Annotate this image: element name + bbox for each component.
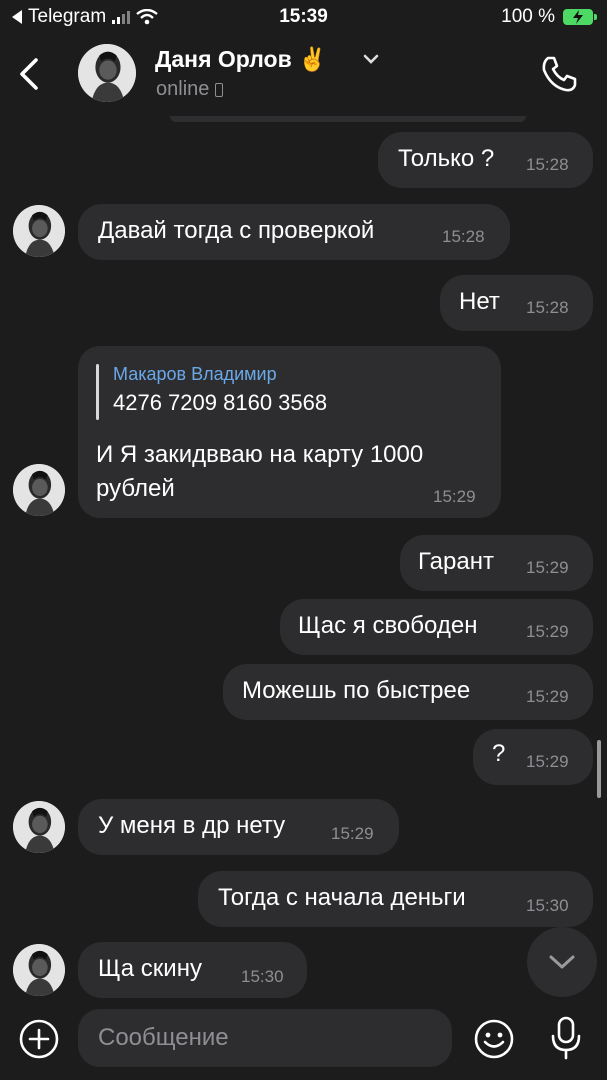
message-text: У меня в др нету	[98, 812, 286, 839]
status-bar: Telegram 15:39 100 %	[0, 0, 607, 34]
reply-quoted-text[interactable]: 4276 7209 8160 3568	[113, 390, 327, 416]
sender-avatar[interactable]	[13, 464, 65, 516]
message-bubble-out[interactable]: Только ? 15:28	[378, 132, 593, 188]
reply-quote-bar	[96, 364, 99, 420]
emoji-icon[interactable]	[472, 1017, 516, 1061]
message-bubble-in[interactable]: Давай тогда с проверкой 15:28	[78, 204, 510, 260]
message-time: 15:29	[526, 558, 569, 577]
scroll-to-bottom-button[interactable]	[527, 927, 597, 997]
previous-message-edge	[170, 116, 526, 122]
sender-avatar[interactable]	[13, 205, 65, 257]
message-time: 15:30	[526, 896, 569, 915]
sender-avatar[interactable]	[13, 944, 65, 996]
back-arrow-icon[interactable]	[14, 54, 50, 94]
message-text: Давай тогда с проверкой	[98, 217, 375, 244]
scrollbar[interactable]	[597, 740, 601, 798]
battery-percent: 100 %	[501, 6, 555, 27]
message-time: 15:29	[526, 687, 569, 706]
chat-header: Даня Орлов ✌️ online	[0, 34, 607, 116]
message-time: 15:30	[241, 967, 284, 986]
reply-sender-name[interactable]: Макаров Владимир	[113, 364, 277, 385]
message-text: Только ?	[398, 145, 495, 172]
message-bubble-out[interactable]: Щас я свободен 15:29	[280, 599, 593, 655]
message-text: ?	[492, 740, 506, 767]
mobile-device-icon	[215, 82, 224, 97]
charging-bolt-icon	[573, 10, 583, 24]
chevron-down-icon	[549, 955, 575, 969]
message-list[interactable]: Только ? 15:28 Давай тогда с проверкой 1…	[0, 116, 607, 1000]
message-time: 15:29	[433, 487, 476, 506]
message-bubble-out[interactable]: ? 15:29	[473, 729, 593, 785]
message-time: 15:28	[526, 298, 569, 317]
message-bubble-in-reply[interactable]: Макаров Владимир 4276 7209 8160 3568 И Я…	[78, 346, 501, 518]
message-bubble-out[interactable]: Тогда с начала деньги 15:30	[198, 871, 593, 927]
contact-name[interactable]: Даня Орлов ✌️	[155, 46, 327, 73]
message-bubble-out[interactable]: Гарант 15:29	[400, 535, 593, 591]
message-text: Щас я свободен	[298, 612, 478, 639]
contact-avatar[interactable]	[78, 44, 136, 102]
battery-icon	[563, 9, 597, 25]
contact-status: online	[156, 78, 224, 101]
attach-plus-icon[interactable]	[18, 1018, 60, 1060]
message-bubble-out[interactable]: Можешь по быстрее 15:29	[223, 664, 593, 720]
microphone-icon[interactable]	[546, 1014, 586, 1062]
phone-call-icon[interactable]	[539, 54, 579, 94]
online-status-text: online	[156, 78, 210, 100]
message-text: Тогда с начала деньги	[218, 884, 466, 911]
message-composer	[0, 1000, 607, 1080]
message-time: 15:28	[526, 155, 569, 174]
sender-avatar[interactable]	[13, 801, 65, 853]
message-text: Можешь по быстрее	[242, 677, 471, 704]
message-time: 15:29	[331, 824, 374, 843]
message-bubble-out[interactable]: Нет 15:28	[440, 275, 593, 331]
message-input[interactable]	[78, 1009, 452, 1067]
message-text: Нет	[459, 288, 500, 315]
message-text: И Я закидвваю на карту 1000 рублей	[96, 441, 424, 502]
chevron-down-icon[interactable]	[362, 52, 380, 66]
message-time: 15:29	[526, 622, 569, 641]
message-bubble-in[interactable]: У меня в др нету 15:29	[78, 799, 399, 855]
message-time: 15:28	[442, 227, 485, 246]
message-time: 15:29	[526, 752, 569, 771]
message-text: Гарант	[418, 548, 494, 575]
message-text: Ща скину	[98, 955, 202, 982]
message-bubble-in[interactable]: Ща скину 15:30	[78, 942, 307, 998]
